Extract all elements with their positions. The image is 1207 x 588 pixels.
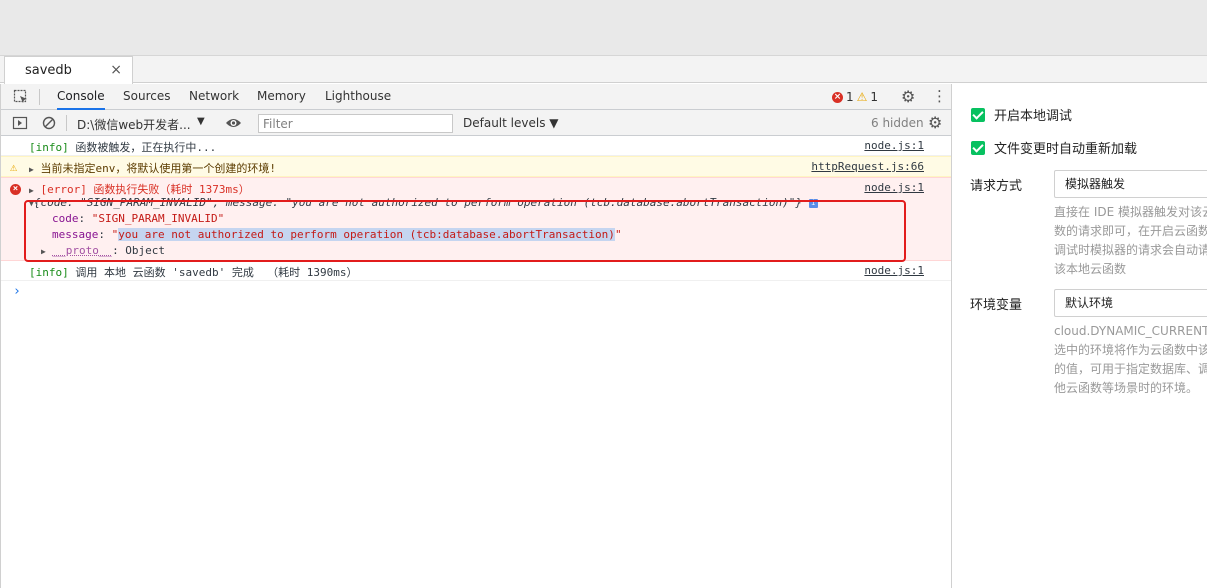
source-link[interactable]: node.js:1 [864,139,924,152]
expand-arrow-icon[interactable]: ▶ [29,186,34,195]
error-message: [error] 函数执行失败（耗时 1373ms） [40,183,250,196]
sidebar-toggle-icon[interactable] [12,115,28,131]
console-row-info: [info] 函数被触发，正在执行中... node.js:1 [1,136,951,156]
console-output: [info] 函数被触发，正在执行中... node.js:1 ⚠ ▶ 当前未指… [1,136,951,588]
debug-settings-panel: 开启本地调试 文件变更时自动重新加载 请求方式 模拟器触发 直接在 IDE 模拟… [953,84,1207,588]
source-link[interactable]: node.js:1 [864,264,924,277]
checkbox-checked-icon[interactable] [971,140,985,155]
annotation-highlight-box [24,200,906,262]
live-expression-eye-icon[interactable] [225,116,242,130]
env-variable-label: 环境变量 [970,298,1023,313]
file-tab-savedb[interactable]: savedb × [4,56,133,84]
console-row-info: [info] 调用 本地 云函数 'savedb' 完成 （耗时 1390ms）… [1,261,951,281]
warning-message: 当前未指定env，将默认使用第一个创建的环境! [40,162,276,175]
tab-console[interactable]: Console [57,84,105,110]
tab-separator [39,89,40,105]
warning-icon: ⚠ [856,90,868,104]
error-icon: × [10,181,21,195]
local-debug-checkbox[interactable]: 开启本地调试 [971,105,1072,124]
context-selector[interactable]: D:\微信web开发者... [77,116,191,133]
file-tab-label: savedb [25,63,72,78]
editor-tab-bar: savedb × [0,56,1207,84]
hidden-messages-count: 6 hidden [871,116,924,130]
warning-count: 1 [870,90,879,104]
source-link[interactable]: httpRequest.js:66 [811,160,924,173]
settings-gear-icon[interactable]: ⚙ [901,87,915,106]
checkbox-checked-icon[interactable] [971,107,985,122]
env-variable-description: cloud.DYNAMIC_CURRENT 选中的环境将作为云函数中该 的值，可… [1054,324,1207,395]
context-dropdown-arrow-icon[interactable]: ▼ [197,116,205,127]
info-tag: [info] [29,141,69,154]
issue-counts[interactable]: × 1 ⚠ 1 [832,90,878,104]
more-options-icon[interactable]: ⋮ [932,87,947,105]
clear-console-icon[interactable] [41,115,57,131]
checkbox-label: 文件变更时自动重新加载 [994,142,1138,157]
tab-lighthouse[interactable]: Lighthouse [325,84,391,110]
warning-icon: ⚠ [10,160,18,174]
filter-input[interactable] [258,114,453,133]
env-variable-select[interactable]: 默认环境 [1054,289,1207,317]
tab-sources[interactable]: Sources [123,84,170,110]
info-message: 函数被触发，正在执行中... [68,141,217,154]
request-method-description: 直接在 IDE 模拟器触发对该云 数的请求即可，在开启云函数 调试时模拟器的请求… [1054,205,1207,276]
console-prompt[interactable]: › [13,284,21,299]
console-toolbar: D:\微信web开发者... ▼ Default levels ▼ 6 hidd… [1,110,951,136]
devtools-panel: Console Sources Network Memory Lighthous… [0,84,952,588]
window-top-bar [0,0,1207,56]
log-levels-dropdown[interactable]: Default levels ▼ [463,116,559,130]
checkbox-label: 开启本地调试 [994,109,1073,124]
console-row-warning: ⚠ ▶ 当前未指定env，将默认使用第一个创建的环境! httpRequest.… [1,156,951,177]
expand-arrow-icon[interactable]: ▶ [29,165,34,174]
info-message: 调用 本地 云函数 'savedb' 完成 （耗时 1390ms） [68,266,358,279]
devtools-tab-bar: Console Sources Network Memory Lighthous… [1,84,951,110]
toolbar-separator [66,115,67,131]
source-link[interactable]: node.js:1 [864,181,924,194]
close-icon[interactable]: × [110,62,122,78]
info-tag: [info] [29,266,69,279]
auto-reload-checkbox[interactable]: 文件变更时自动重新加载 [971,138,1137,157]
request-method-label: 请求方式 [970,179,1023,194]
console-settings-gear-icon[interactable]: ⚙ [928,113,942,132]
request-method-select[interactable]: 模拟器触发 [1054,170,1207,198]
tab-network[interactable]: Network [189,84,239,110]
inspect-element-icon[interactable] [13,89,29,105]
error-count: 1 [846,90,854,104]
tab-memory[interactable]: Memory [257,84,306,110]
error-icon: × [832,91,843,103]
